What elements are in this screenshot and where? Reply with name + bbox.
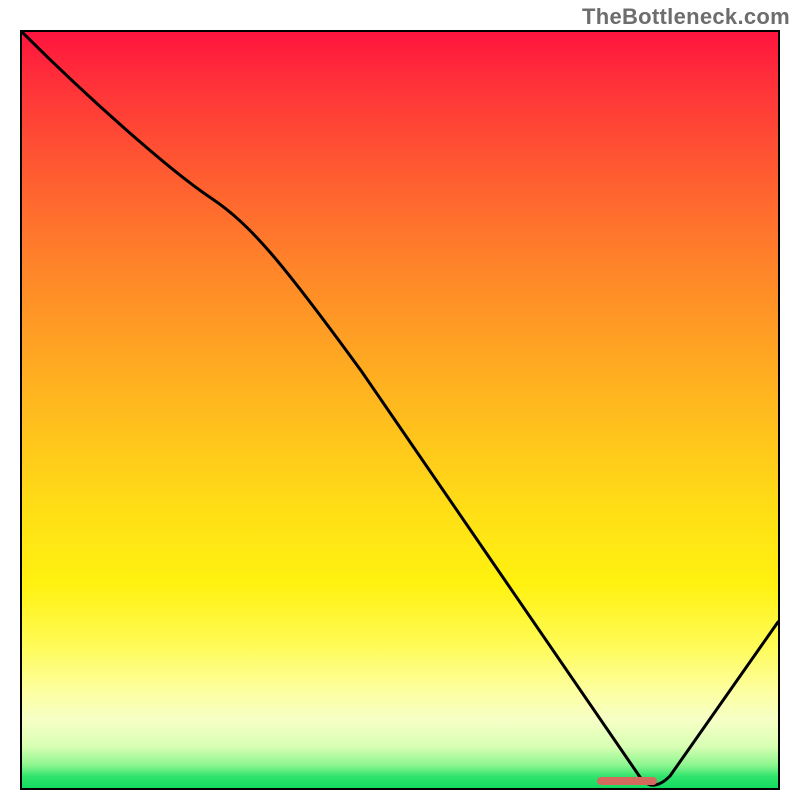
plot-area xyxy=(20,30,780,790)
optimal-range-marker xyxy=(597,777,657,785)
bottleneck-curve xyxy=(22,32,778,788)
curve-path xyxy=(22,32,778,785)
chart-container: TheBottleneck.com xyxy=(0,0,800,800)
watermark-text: TheBottleneck.com xyxy=(582,4,790,30)
